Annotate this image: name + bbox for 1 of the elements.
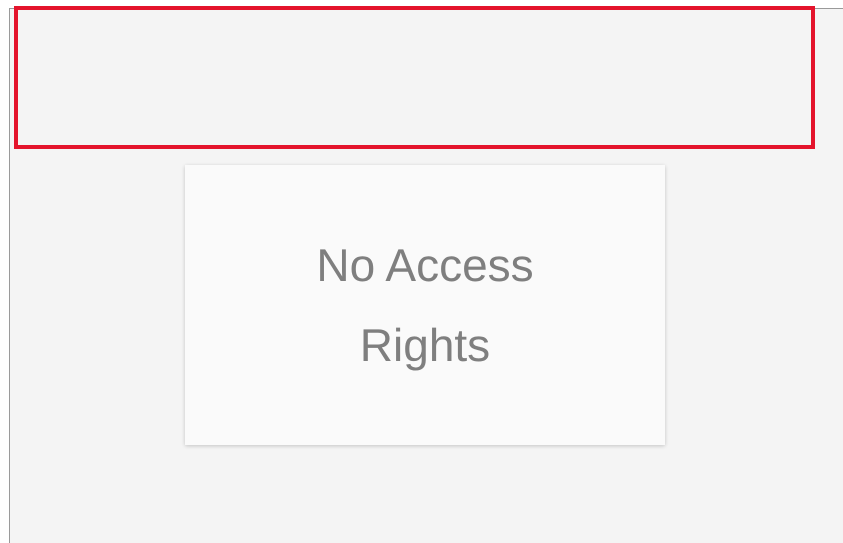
no-access-message: No Access Rights bbox=[315, 238, 535, 373]
